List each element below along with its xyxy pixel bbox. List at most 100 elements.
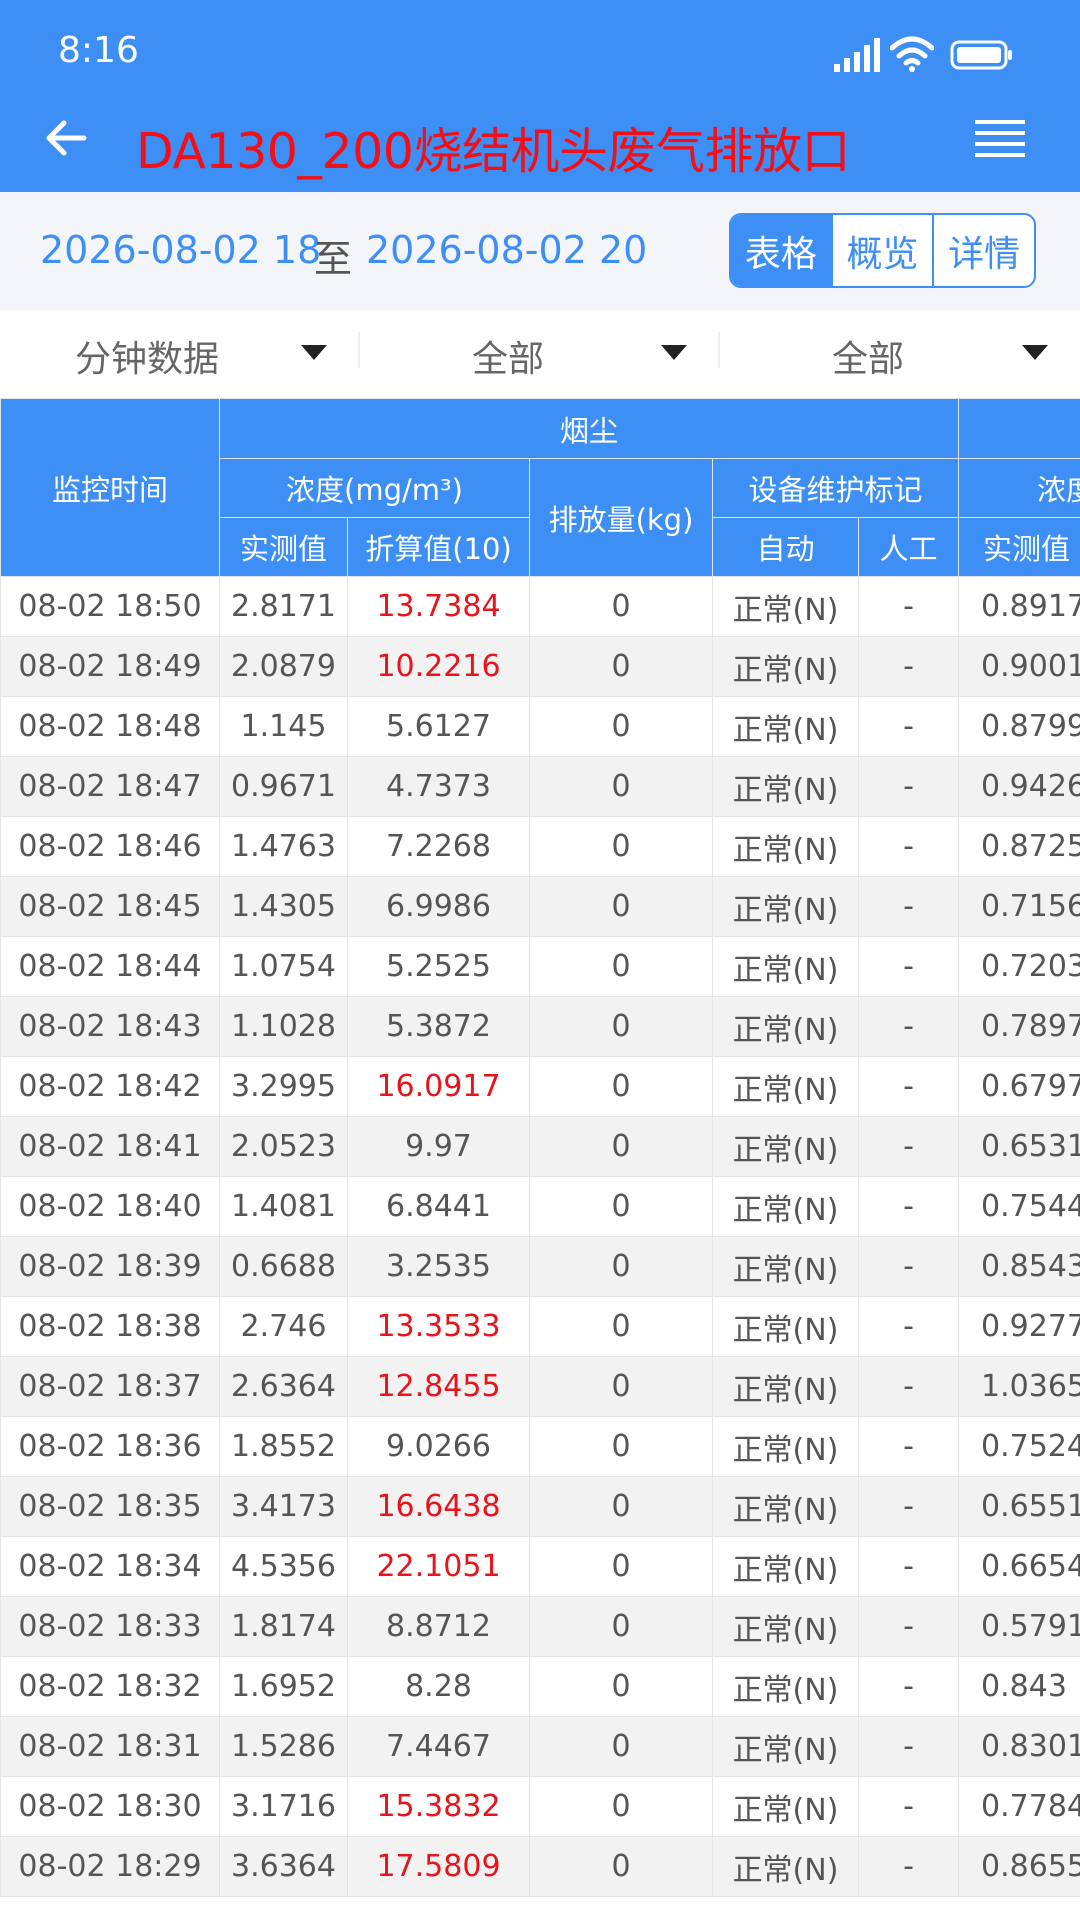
- col-monitor-time: 监控时间: [0, 398, 220, 577]
- cell-next-measured: 0.7524: [958, 1416, 1080, 1477]
- cell-converted: 10.2216: [347, 636, 530, 697]
- cell-time: 08-02 18:47: [0, 756, 220, 817]
- table-row[interactable]: 08-02 18:40 1.4081 6.8441 0 正常(N) -0.7544: [0, 1176, 1080, 1237]
- table-scroll-area[interactable]: 监控时间 烟尘 浓度(mg/m³) 排放量(kg) 设备维护标记 浓度 实测值 …: [0, 398, 1080, 1920]
- table-row[interactable]: 08-02 18:46 1.4763 7.2268 0 正常(N) -0.8725: [0, 816, 1080, 877]
- cell-auto-mark: 正常(N): [712, 996, 859, 1057]
- table-row[interactable]: 08-02 18:29 3.6364 17.5809 0 正常(N) -0.8655: [0, 1836, 1080, 1897]
- table-row[interactable]: 08-02 18:49 2.0879 10.2216 0 正常(N) -0.9001: [0, 636, 1080, 697]
- cell-auto-mark: 正常(N): [712, 1536, 859, 1597]
- table-row[interactable]: 08-02 18:37 2.6364 12.8455 0 正常(N) -1.0365: [0, 1356, 1080, 1417]
- date-to[interactable]: 2026-08-02 20: [366, 228, 647, 272]
- cell-next-measured: 0.8725: [958, 816, 1080, 877]
- cell-next-measured: 0.7544: [958, 1176, 1080, 1237]
- cell-auto-mark: 正常(N): [712, 1116, 859, 1177]
- table-row[interactable]: 08-02 18:47 0.9671 4.7373 0 正常(N) -0.9426: [0, 756, 1080, 817]
- cell-time: 08-02 18:48: [0, 696, 220, 757]
- cell-manual-mark: -: [857, 756, 960, 817]
- col-auto: 自动: [712, 517, 859, 577]
- cell-converted: 5.2525: [347, 936, 530, 997]
- filter-3[interactable]: 全部: [832, 330, 904, 382]
- cell-auto-mark: 正常(N): [712, 1716, 859, 1777]
- data-table: 监控时间 烟尘 浓度(mg/m³) 排放量(kg) 设备维护标记 浓度 实测值 …: [0, 398, 1080, 1897]
- cell-next-measured: 0.6551: [958, 1476, 1080, 1537]
- filter-data-type[interactable]: 分钟数据: [75, 330, 219, 382]
- cell-emission: 0: [529, 1656, 713, 1717]
- cell-emission: 0: [529, 1416, 713, 1477]
- table-row[interactable]: 08-02 18:32 1.6952 8.28 0 正常(N) -0.843: [0, 1656, 1080, 1717]
- cell-auto-mark: 正常(N): [712, 1776, 859, 1837]
- table-row[interactable]: 08-02 18:48 1.145 5.6127 0 正常(N) -0.8799: [0, 696, 1080, 757]
- menu-icon[interactable]: [975, 118, 1025, 158]
- cell-time: 08-02 18:32: [0, 1656, 220, 1717]
- cell-converted: 13.3533: [347, 1296, 530, 1357]
- col-group-next: [958, 398, 1080, 459]
- cell-measured: 3.2995: [219, 1056, 348, 1117]
- table-row[interactable]: 08-02 18:39 0.6688 3.2535 0 正常(N) -0.8543: [0, 1236, 1080, 1297]
- back-arrow-icon[interactable]: [44, 116, 88, 160]
- table-row[interactable]: 08-02 18:33 1.8174 8.8712 0 正常(N) -0.5791: [0, 1596, 1080, 1657]
- cell-converted: 5.3872: [347, 996, 530, 1057]
- cell-converted: 8.8712: [347, 1596, 530, 1657]
- cell-auto-mark: 正常(N): [712, 1416, 859, 1477]
- table-row[interactable]: 08-02 18:38 2.746 13.3533 0 正常(N) -0.9277: [0, 1296, 1080, 1357]
- cell-time: 08-02 18:29: [0, 1836, 220, 1897]
- table-row[interactable]: 08-02 18:45 1.4305 6.9986 0 正常(N) -0.7156: [0, 876, 1080, 937]
- cell-manual-mark: -: [857, 1416, 960, 1477]
- cell-emission: 0: [529, 996, 713, 1057]
- filter-divider: [718, 332, 720, 368]
- cell-time: 08-02 18:31: [0, 1716, 220, 1777]
- table-row[interactable]: 08-02 18:43 1.1028 5.3872 0 正常(N) -0.7897: [0, 996, 1080, 1057]
- cell-auto-mark: 正常(N): [712, 816, 859, 877]
- filter-2[interactable]: 全部: [472, 330, 544, 382]
- table-row[interactable]: 08-02 18:30 3.1716 15.3832 0 正常(N) -0.7784: [0, 1776, 1080, 1837]
- table-row[interactable]: 08-02 18:44 1.0754 5.2525 0 正常(N) -0.7203: [0, 936, 1080, 997]
- cell-measured: 2.8171: [219, 576, 348, 637]
- cell-next-measured: 0.5791: [958, 1596, 1080, 1657]
- cell-next-measured: 1.0365: [958, 1356, 1080, 1417]
- cell-emission: 0: [529, 936, 713, 997]
- cell-converted: 22.1051: [347, 1536, 530, 1597]
- status-time: 8:16: [58, 30, 139, 71]
- cell-measured: 2.0523: [219, 1116, 348, 1177]
- cell-emission: 0: [529, 1476, 713, 1537]
- table-row[interactable]: 08-02 18:36 1.8552 9.0266 0 正常(N) -0.7524: [0, 1416, 1080, 1477]
- table-row[interactable]: 08-02 18:42 3.2995 16.0917 0 正常(N) -0.6797: [0, 1056, 1080, 1117]
- table-row[interactable]: 08-02 18:50 2.8171 13.7384 0 正常(N) -0.8917: [0, 576, 1080, 637]
- table-row[interactable]: 08-02 18:35 3.4173 16.6438 0 正常(N) -0.6551: [0, 1476, 1080, 1537]
- cell-time: 08-02 18:46: [0, 816, 220, 877]
- cell-auto-mark: 正常(N): [712, 1836, 859, 1897]
- cell-next-measured: 0.7784: [958, 1776, 1080, 1837]
- cell-manual-mark: -: [857, 1176, 960, 1237]
- cell-time: 08-02 18:40: [0, 1176, 220, 1237]
- tab-details[interactable]: 详情: [932, 215, 1034, 286]
- col-next-measured: 实测值: [958, 517, 1080, 577]
- cell-measured: 0.6688: [219, 1236, 348, 1297]
- cell-time: 08-02 18:43: [0, 996, 220, 1057]
- tab-overview[interactable]: 概览: [830, 215, 933, 286]
- chevron-down-icon[interactable]: [1022, 345, 1048, 360]
- cell-manual-mark: -: [857, 1056, 960, 1117]
- cell-auto-mark: 正常(N): [712, 1296, 859, 1357]
- cell-auto-mark: 正常(N): [712, 1356, 859, 1417]
- date-from[interactable]: 2026-08-02 18: [40, 228, 321, 272]
- chevron-down-icon[interactable]: [301, 345, 327, 360]
- cell-measured: 1.4081: [219, 1176, 348, 1237]
- cell-manual-mark: -: [857, 1836, 960, 1897]
- cell-converted: 15.3832: [347, 1776, 530, 1837]
- cell-time: 08-02 18:44: [0, 936, 220, 997]
- cell-time: 08-02 18:30: [0, 1776, 220, 1837]
- cell-measured: 2.6364: [219, 1356, 348, 1417]
- table-row[interactable]: 08-02 18:41 2.0523 9.97 0 正常(N) -0.6531: [0, 1116, 1080, 1177]
- cell-manual-mark: -: [857, 876, 960, 937]
- cell-emission: 0: [529, 1056, 713, 1117]
- cell-emission: 0: [529, 1176, 713, 1237]
- table-row[interactable]: 08-02 18:31 1.5286 7.4467 0 正常(N) -0.8301: [0, 1716, 1080, 1777]
- table-row[interactable]: 08-02 18:34 4.5356 22.1051 0 正常(N) -0.6654: [0, 1536, 1080, 1597]
- chevron-down-icon[interactable]: [661, 345, 687, 360]
- cell-converted: 3.2535: [347, 1236, 530, 1297]
- cell-manual-mark: -: [857, 636, 960, 697]
- tab-table[interactable]: 表格: [731, 215, 831, 286]
- cell-auto-mark: 正常(N): [712, 1056, 859, 1117]
- cell-time: 08-02 18:33: [0, 1596, 220, 1657]
